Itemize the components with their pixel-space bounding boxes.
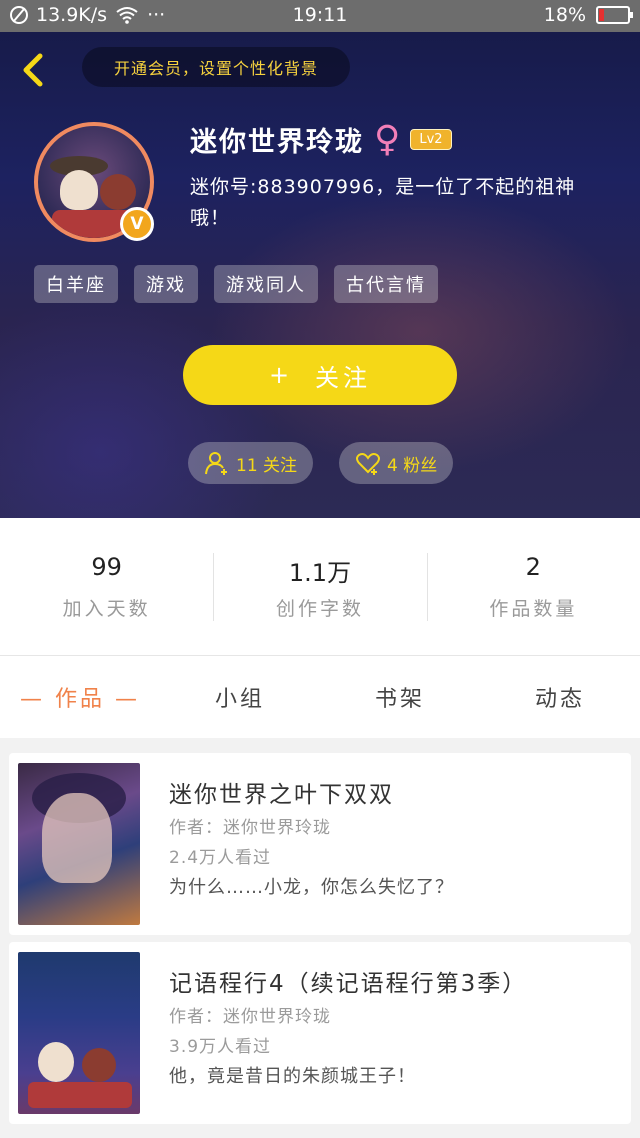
vip-background-banner[interactable]: 开通会员，设置个性化背景 xyxy=(82,47,350,87)
tag-item[interactable]: 游戏 xyxy=(134,265,198,303)
back-button[interactable] xyxy=(16,52,52,88)
stat-value: 99 xyxy=(91,552,122,581)
avatar-art xyxy=(60,170,98,210)
user-add-icon xyxy=(205,452,227,475)
user-name: 迷你世界玲珑 xyxy=(190,127,364,158)
stat-label: 加入天数 xyxy=(62,597,151,620)
status-right: 18% xyxy=(543,4,633,26)
work-cover-image xyxy=(18,952,140,1114)
stat-value: 2 xyxy=(525,552,541,581)
tag-list: 白羊座 游戏 游戏同人 古代言情 xyxy=(34,265,438,303)
following-button[interactable]: 11 关注 xyxy=(188,442,314,484)
chevron-left-icon xyxy=(23,53,43,87)
stat-word-count: 1.1万 创作字数 xyxy=(213,552,426,621)
cover-art xyxy=(38,1042,74,1082)
work-cover-image xyxy=(18,763,140,925)
user-bio: 迷你号:883907996，是一位了不起的祖神哦！ xyxy=(190,176,576,229)
stat-label: 作品数量 xyxy=(489,597,578,620)
avatar-art xyxy=(100,174,136,210)
works-list: 迷你世界之叶下双双 作者：迷你世界玲珑 2.4万人看过 为什么……小龙，你怎么失… xyxy=(0,740,640,1138)
stat-work-count: 2 作品数量 xyxy=(426,552,640,621)
work-card[interactable]: 迷你世界之叶下双双 作者：迷你世界玲珑 2.4万人看过 为什么……小龙，你怎么失… xyxy=(9,753,631,935)
work-title: 迷你世界之叶下双双 xyxy=(169,782,394,808)
work-author: 作者：迷你世界玲珑 xyxy=(169,818,331,838)
work-title: 记语程行4（续记语程行第3季） xyxy=(169,971,528,997)
female-icon: ♀ xyxy=(374,118,401,160)
stat-value: 1.1万 xyxy=(288,558,352,587)
tab-works[interactable]: — 作品 — xyxy=(0,681,160,713)
stat-label: 创作字数 xyxy=(275,597,364,620)
tag-item[interactable]: 游戏同人 xyxy=(214,265,318,303)
fans-button[interactable]: 4 粉丝 xyxy=(339,442,454,484)
stats-bar: 99 加入天数 1.1万 创作字数 2 作品数量 xyxy=(0,518,640,656)
battery-fill xyxy=(599,9,604,21)
profile-header: 开通会员，设置个性化背景 V 迷你世界玲珑 ♀ Lv2 迷你号:88390799… xyxy=(0,32,640,518)
stat-days-joined: 99 加入天数 xyxy=(0,553,213,621)
cover-art xyxy=(82,1048,116,1082)
work-card[interactable]: 记语程行4（续记语程行第3季） 作者：迷你世界玲珑 3.9万人看过 他，竟是昔日… xyxy=(9,942,631,1124)
cover-art xyxy=(28,1082,132,1108)
work-views: 2.4万人看过 xyxy=(169,848,272,868)
work-views: 3.9万人看过 xyxy=(169,1037,272,1057)
tab-bar: — 作品 — 小组 书架 动态 xyxy=(0,656,640,738)
following-count: 11 关注 xyxy=(236,455,298,476)
name-row: 迷你世界玲珑 ♀ Lv2 xyxy=(190,120,452,159)
tab-groups[interactable]: 小组 xyxy=(160,681,320,713)
tab-bookshelf[interactable]: 书架 xyxy=(320,681,480,713)
battery-percent: 18% xyxy=(543,4,586,26)
battery-icon xyxy=(596,6,633,24)
level-badge: Lv2 xyxy=(410,129,452,150)
fans-count: 4 粉丝 xyxy=(387,455,438,476)
status-bar: 13.9K/s ··· 19:11 18% xyxy=(0,0,640,32)
follow-label: 关注 xyxy=(315,363,372,392)
work-author: 作者：迷你世界玲珑 xyxy=(169,1007,331,1027)
cover-art xyxy=(42,793,112,883)
work-description: 他，竟是昔日的朱颜城王子！ xyxy=(169,1066,416,1087)
profile-page: 13.9K/s ··· 19:11 18% 开通会员，设置个性化背景 V 迷你世… xyxy=(0,0,640,1138)
heart-icon xyxy=(356,453,381,475)
vip-badge: V xyxy=(120,207,154,241)
tag-item[interactable]: 白羊座 xyxy=(34,265,118,303)
tag-item[interactable]: 古代言情 xyxy=(334,265,438,303)
social-chips: 11 关注 4 粉丝 xyxy=(188,442,454,484)
work-description: 为什么……小龙，你怎么失忆了？ xyxy=(169,877,454,898)
plus-icon: + xyxy=(268,361,294,389)
follow-button[interactable]: + 关注 xyxy=(183,345,457,405)
tab-activity[interactable]: 动态 xyxy=(480,681,640,713)
